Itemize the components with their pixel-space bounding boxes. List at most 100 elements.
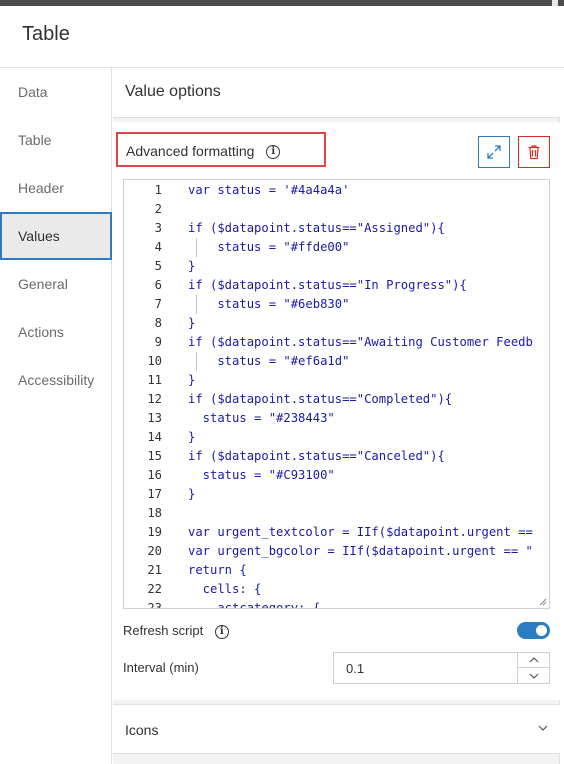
line-number: 2 — [154, 202, 162, 216]
expand-icon — [487, 145, 501, 159]
value-options-panel: Value options Advanced formatting i 23 a… — [113, 68, 560, 764]
interval-stepper — [517, 653, 549, 683]
code-text: cells: { — [188, 582, 262, 596]
advanced-formatting-label: Advanced formatting — [126, 143, 255, 159]
code-line[interactable]: 6 if ($datapoint.status=="In Progress"){ — [124, 276, 549, 295]
code-text: if ($datapoint.status=="Awaiting Custome… — [188, 335, 533, 349]
code-line[interactable]: 1 var status = '#4a4a4a' — [124, 181, 549, 200]
line-number: 10 — [147, 354, 162, 368]
info-icon[interactable]: i — [266, 145, 281, 160]
code-text: } — [188, 259, 196, 273]
code-text: } — [188, 487, 196, 501]
line-number: 3 — [154, 221, 162, 235]
decrement-button[interactable] — [518, 668, 549, 683]
refresh-script-label: Refresh script i — [123, 623, 229, 639]
delete-expression-button[interactable] — [518, 136, 550, 168]
code-text: } — [188, 316, 196, 330]
code-line[interactable]: 7 status = "#6eb830" — [124, 295, 549, 314]
code-line[interactable]: 8} — [124, 314, 549, 333]
line-number: 23 — [147, 601, 162, 609]
code-text: var urgent_bgcolor = IIf($datapoint.urge… — [188, 544, 533, 558]
code-line[interactable]: 21 return { — [124, 561, 549, 580]
line-number: 4 — [154, 240, 162, 254]
refresh-info-icon[interactable]: i — [214, 624, 229, 639]
line-number: 12 — [147, 392, 162, 406]
code-line[interactable]: 18 — [124, 504, 549, 523]
interval-value[interactable]: 0.1 — [346, 661, 364, 676]
panel-title: Value options — [125, 83, 221, 100]
code-text: status = "#238443" — [188, 411, 335, 425]
code-text: if ($datapoint.status=="Completed"){ — [188, 392, 453, 406]
code-line[interactable]: 11} — [124, 371, 549, 390]
line-number: 18 — [147, 506, 162, 520]
advanced-formatting-section: Advanced formatting i 23 actcategory: {2… — [113, 122, 560, 700]
code-text: if ($datapoint.status=="Canceled"){ — [188, 449, 445, 463]
code-line[interactable]: 15 if ($datapoint.status=="Canceled"){ — [124, 447, 549, 466]
line-number: 13 — [147, 411, 162, 425]
code-text: status = "#C93100" — [188, 468, 335, 482]
line-number: 15 — [147, 449, 162, 463]
code-line[interactable]: 16 status = "#C93100" — [124, 466, 549, 485]
line-number: 1 — [154, 183, 162, 197]
code-line[interactable]: 4 status = "#ffde00" — [124, 238, 549, 257]
code-line[interactable]: 12 if ($datapoint.status=="Completed"){ — [124, 390, 549, 409]
line-number: 6 — [154, 278, 162, 292]
toggle-knob — [536, 625, 547, 636]
interval-label: Interval (min) — [123, 660, 199, 675]
sidebar-item-table[interactable]: Table — [0, 116, 112, 164]
code-line[interactable]: 10 status = "#ef6a1d" — [124, 352, 549, 371]
sidebar-item-general[interactable]: General — [0, 260, 112, 308]
sidebar-item-data[interactable]: Data — [0, 68, 112, 116]
icons-section-header[interactable]: Icons — [113, 704, 560, 754]
line-number: 8 — [154, 316, 162, 330]
code-line[interactable]: 13 status = "#238443" — [124, 409, 549, 428]
code-line[interactable]: 14} — [124, 428, 549, 447]
code-text: } — [188, 373, 196, 387]
dialog-title: Table — [22, 23, 70, 45]
chevron-down-icon — [529, 673, 538, 679]
refresh-script-toggle[interactable] — [517, 622, 550, 639]
chevron-up-icon — [529, 657, 538, 663]
line-number: 9 — [154, 335, 162, 349]
line-number: 17 — [147, 487, 162, 501]
code-text: var urgent_textcolor = IIf($datapoint.ur… — [188, 525, 533, 539]
line-number: 19 — [147, 525, 162, 539]
interval-row: Interval (min) 0.1 — [123, 652, 550, 686]
line-number: 21 — [147, 563, 162, 577]
code-line[interactable]: 2 — [124, 200, 549, 219]
line-number: 11 — [147, 373, 162, 387]
code-text: status = "#ef6a1d" — [188, 354, 350, 368]
refresh-script-row: Refresh script i — [123, 619, 550, 643]
line-number: 16 — [147, 468, 162, 482]
code-text: if ($datapoint.status=="Assigned"){ — [188, 221, 445, 235]
sidebar-item-actions[interactable]: Actions — [0, 308, 112, 356]
code-text: var status = '#4a4a4a' — [188, 183, 350, 197]
interval-input[interactable]: 0.1 — [333, 652, 550, 684]
code-line[interactable]: 20 var urgent_bgcolor = IIf($datapoint.ur… — [124, 542, 549, 561]
line-number: 7 — [154, 297, 162, 311]
code-line[interactable]: 22 cells: { — [124, 580, 549, 599]
code-text: status = "#6eb830" — [188, 297, 350, 311]
code-text: } — [188, 430, 196, 444]
code-line[interactable]: 5} — [124, 257, 549, 276]
code-text: return { — [188, 563, 247, 577]
resize-grip-icon[interactable] — [539, 598, 547, 606]
code-line[interactable]: 23 actcategory: { — [124, 599, 549, 609]
code-line[interactable]: 19 var urgent_textcolor = IIf($datapoint.… — [124, 523, 549, 542]
code-line[interactable]: 9 if ($datapoint.status=="Awaiting Custom… — [124, 333, 549, 352]
advanced-formatting-heading: Advanced formatting i — [116, 132, 326, 167]
chevron-down-icon — [538, 725, 548, 731]
line-number: 20 — [147, 544, 162, 558]
expand-editor-button[interactable] — [478, 136, 510, 168]
arcade-code-editor[interactable]: 23 actcategory: {22 cells: {21 return {20… — [123, 179, 550, 609]
settings-sidebar: Data Table Header Values General Actions… — [0, 68, 112, 764]
sidebar-item-values[interactable]: Values — [0, 212, 112, 260]
code-line[interactable]: 3 if ($datapoint.status=="Assigned"){ — [124, 219, 549, 238]
trash-icon — [528, 145, 540, 160]
icons-section-label: Icons — [125, 722, 159, 738]
increment-button[interactable] — [518, 653, 549, 668]
sidebar-item-header[interactable]: Header — [0, 164, 112, 212]
sidebar-item-accessibility[interactable]: Accessibility — [0, 356, 112, 404]
code-line[interactable]: 17} — [124, 485, 549, 504]
code-text: actcategory: { — [188, 601, 321, 609]
